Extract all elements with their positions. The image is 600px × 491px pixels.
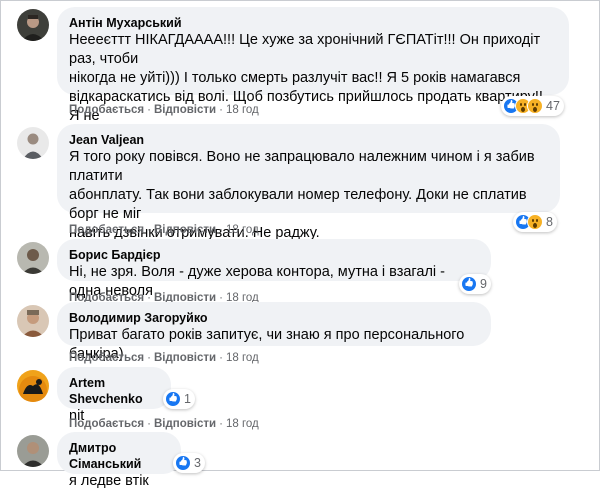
comment-bubble: Антін Мухарський Неееєттт НІКАГДАААА!!! … <box>57 7 569 143</box>
reactions-badge[interactable]: 8 <box>513 212 557 232</box>
reply-link[interactable]: Відповісти <box>154 352 216 364</box>
like-link[interactable]: Подобається <box>69 418 144 430</box>
comment-time[interactable]: 18 год <box>226 352 259 364</box>
comment-bubble: Jean Valjean Я того року повівся. Воно н… <box>57 124 560 260</box>
reply-link[interactable]: Відповісти <box>154 104 216 116</box>
separator: · <box>147 224 151 236</box>
comment-bubble: Володимир Загоруйко Приват багато років … <box>57 302 491 362</box>
comment-bubble: Artem Shevchenko nit <box>57 367 171 424</box>
comments-panel: Антін Мухарський Неееєттт НІКАГДАААА!!! … <box>0 0 600 489</box>
reactions-badge[interactable]: 47 <box>501 96 564 116</box>
wow-icon <box>527 214 543 230</box>
like-icon <box>461 276 477 292</box>
separator: · <box>219 418 223 430</box>
separator: · <box>219 104 223 116</box>
comment-actions: Подобається · Відповісти · 18 год <box>69 351 259 365</box>
comment-author[interactable]: Борис Бардієр <box>69 247 479 263</box>
comment-author[interactable]: Jean Valjean <box>69 132 548 148</box>
reaction-count: 9 <box>480 277 487 291</box>
comment-text: я ледве втік <box>69 473 149 489</box>
reaction-count: 8 <box>546 215 553 229</box>
like-link[interactable]: Подобається <box>69 104 144 116</box>
comment-time[interactable]: 18 год <box>226 418 259 430</box>
separator: · <box>219 224 223 236</box>
wow-icon <box>527 98 543 114</box>
like-link[interactable]: Подобається <box>69 352 144 364</box>
reactions-badge[interactable]: 1 <box>163 389 195 409</box>
comment-actions: Подобається · Відповісти · 18 год <box>69 417 259 431</box>
comment-actions: Подобається · Відповісти · 18 год <box>69 223 259 237</box>
comment-bubble: Борис Бардієр Ні, не зря. Воля - дуже хе… <box>57 239 491 299</box>
reaction-count: 47 <box>546 99 560 113</box>
avatar[interactable] <box>17 370 49 402</box>
reaction-count: 3 <box>194 456 201 470</box>
comment-author[interactable]: Дмитро Сіманський <box>69 440 169 472</box>
separator: · <box>219 352 223 364</box>
comment-time[interactable]: 18 год <box>226 104 259 116</box>
reply-link[interactable]: Відповісти <box>154 418 216 430</box>
avatar[interactable] <box>17 9 49 41</box>
separator: · <box>147 352 151 364</box>
like-icon <box>165 391 181 407</box>
separator: · <box>147 418 151 430</box>
comment-time[interactable]: 18 год <box>226 224 259 236</box>
reaction-count: 1 <box>184 392 191 406</box>
comment-author[interactable]: Artem Shevchenko <box>69 375 159 407</box>
comment-bubble: Дмитро Сіманський я ледве втік <box>57 432 181 489</box>
separator: · <box>147 104 151 116</box>
comment-author[interactable]: Антін Мухарський <box>69 15 557 31</box>
reactions-badge[interactable]: 9 <box>459 274 491 294</box>
avatar[interactable] <box>17 127 49 159</box>
reply-link[interactable]: Відповісти <box>154 224 216 236</box>
avatar[interactable] <box>17 305 49 337</box>
comment-actions: Подобається · Відповісти · 18 год <box>69 103 259 117</box>
comment-author[interactable]: Володимир Загоруйко <box>69 310 479 326</box>
avatar[interactable] <box>17 242 49 274</box>
like-link[interactable]: Подобається <box>69 224 144 236</box>
avatar[interactable] <box>17 435 49 467</box>
like-icon <box>175 455 191 471</box>
reactions-badge[interactable]: 3 <box>173 453 205 473</box>
